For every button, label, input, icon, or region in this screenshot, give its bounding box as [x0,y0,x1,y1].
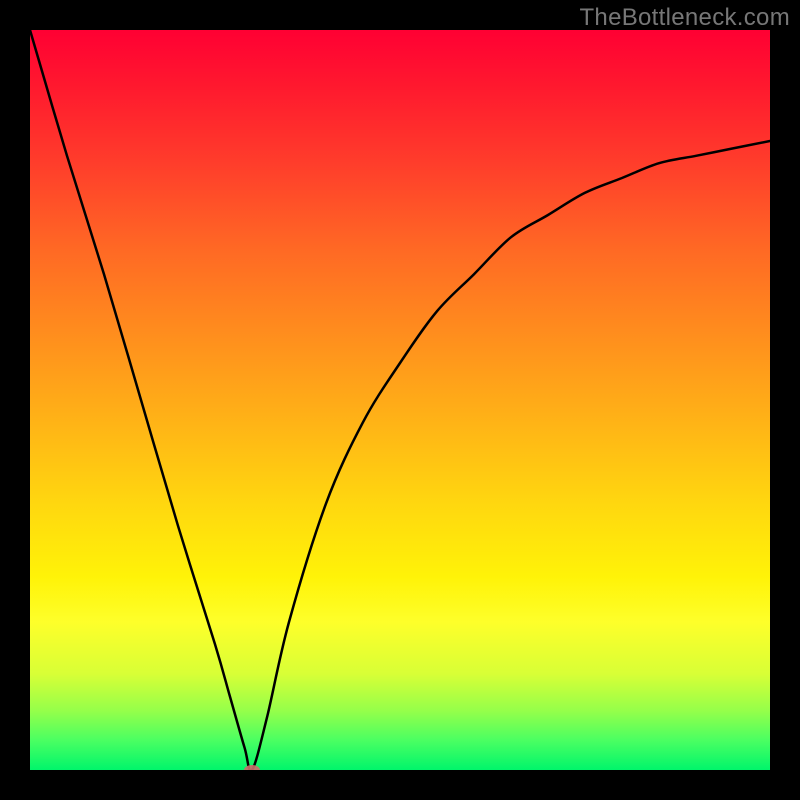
plot-area [30,30,770,770]
bottleneck-curve [30,30,770,770]
chart-frame: TheBottleneck.com [0,0,800,800]
attribution-text: TheBottleneck.com [579,4,790,32]
minimum-marker-icon [244,765,260,770]
curve-path [30,30,770,770]
